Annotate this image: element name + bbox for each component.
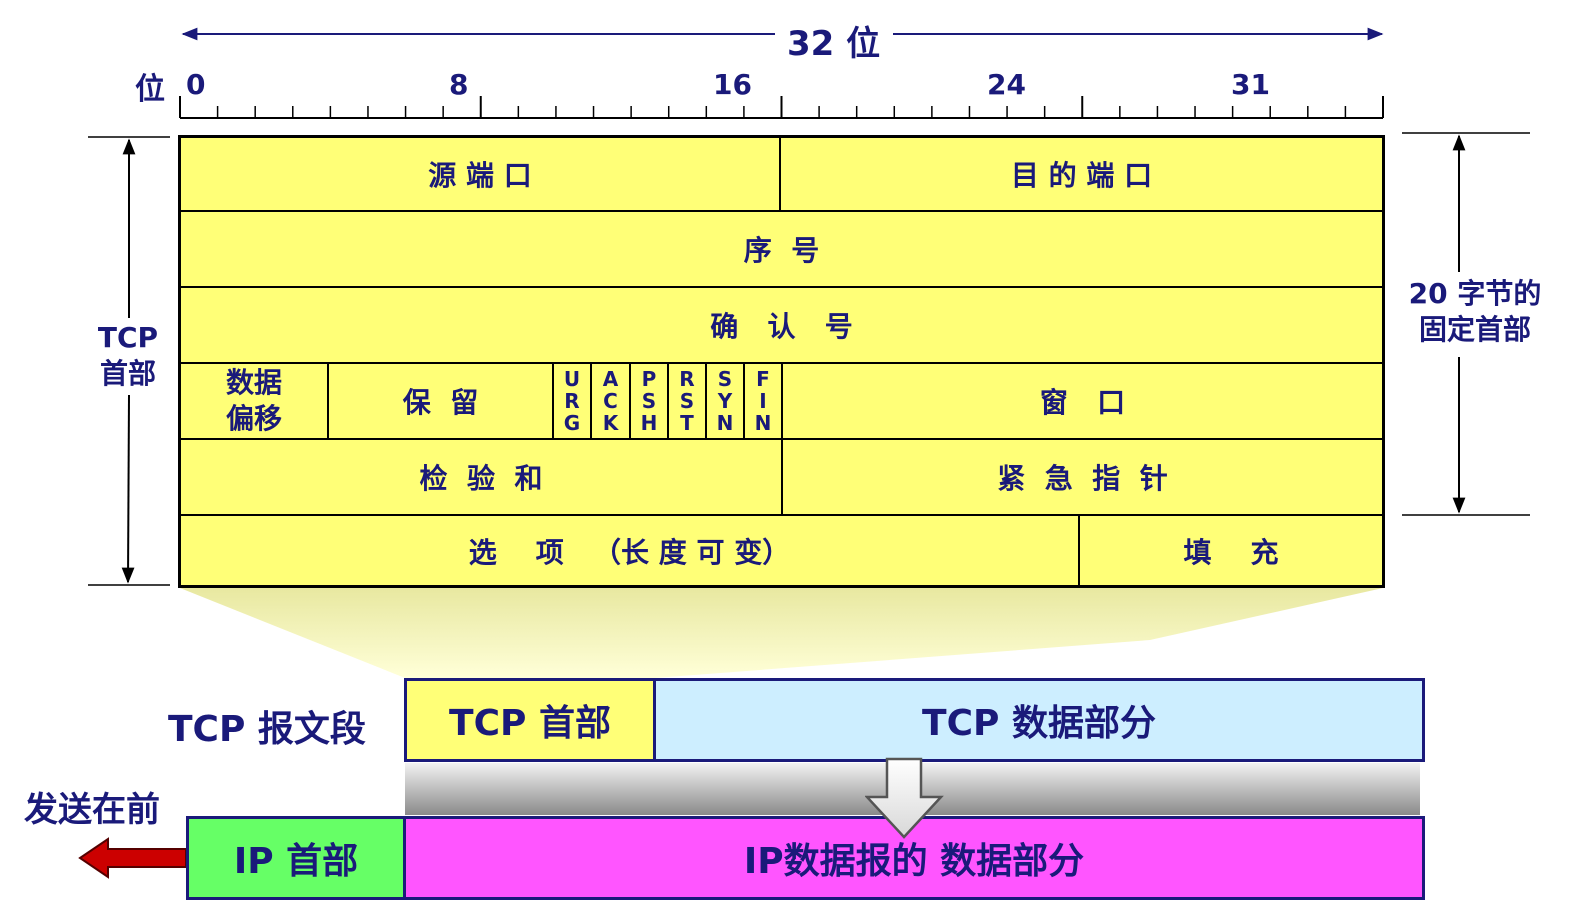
bit-tick-label-16: 16	[713, 68, 752, 101]
ip-header: IP 首部	[186, 816, 406, 900]
field-sequence-number: 序 号	[181, 212, 1382, 288]
field-checksum: 检 验 和	[181, 440, 783, 516]
field-ack-number: 确 认 号	[181, 288, 1382, 364]
flag-syn: S Y N	[707, 364, 745, 440]
tcp-header-arrow-down	[121, 394, 135, 584]
flag-rst: R S T	[669, 364, 707, 440]
field-urgent-pointer: 紧 急 指 针	[783, 440, 1382, 516]
tcp-header-side-label: TCP 首部	[97, 321, 159, 390]
fixed-header-side-label: 20 字节的 固定首部	[1408, 277, 1542, 346]
field-options: 选 项 （长 度 可 变）	[181, 516, 1080, 585]
tcp-segment-data: TCP 数据部分	[653, 678, 1425, 762]
bit-tick-label-8: 8	[449, 68, 469, 101]
field-reserved: 保 留	[329, 364, 554, 440]
bit-unit-label: 位	[135, 72, 165, 107]
bit-ruler-ticks	[179, 96, 1384, 118]
bit-tick-label-24: 24	[987, 68, 1026, 101]
down-arrow-icon	[865, 757, 944, 839]
flag-fin: F I N	[745, 364, 783, 440]
field-data-offset: 数据 偏移	[181, 364, 329, 440]
send-first-arrow-icon	[78, 837, 187, 879]
flag-psh: P S H	[631, 364, 669, 440]
tcp-segment-header: TCP 首部	[404, 678, 656, 762]
send-first-label: 发送在前	[24, 790, 160, 830]
bit-tick-label-0: 0	[186, 68, 206, 101]
tcp-segment-label: TCP 报文段	[168, 709, 366, 750]
bit-span-label: 32 位	[787, 24, 881, 64]
flag-urg: U R G	[554, 364, 592, 440]
field-source-port: 源 端 口	[181, 138, 781, 212]
field-padding: 填 充	[1183, 535, 1279, 569]
field-dest-port: 目 的 端 口	[781, 138, 1382, 212]
flag-ack: A C K	[592, 364, 631, 440]
header-funnel	[180, 588, 1383, 678]
bit-tick-label-31: 31	[1231, 68, 1270, 101]
field-window: 窗 口	[783, 364, 1382, 440]
